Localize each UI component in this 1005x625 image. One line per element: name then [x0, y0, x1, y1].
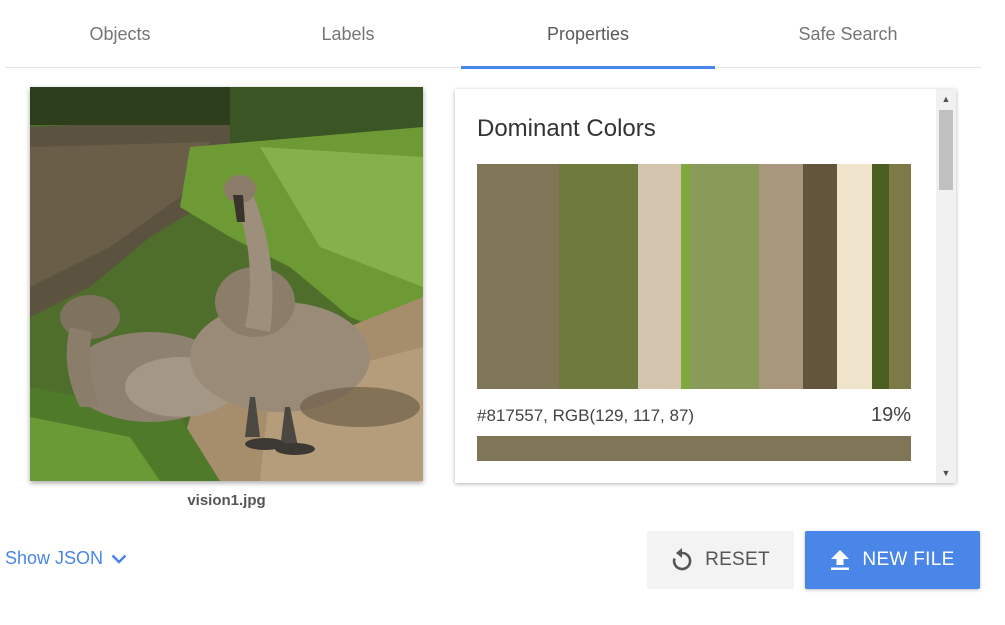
image-filename: vision1.jpg — [187, 492, 266, 509]
properties-card: Dominant Colors #817557, RGB(129, 117, 8… — [455, 89, 956, 483]
color-swatch[interactable] — [689, 164, 760, 389]
selected-color-info: #817557, RGB(129, 117, 87) 19% — [477, 404, 911, 427]
tab-objects[interactable]: Objects — [5, 0, 235, 68]
upload-icon — [831, 550, 850, 570]
show-json-label: Show JSON — [5, 548, 104, 568]
color-swatch[interactable] — [477, 164, 560, 389]
dominant-colors-strip — [477, 164, 912, 389]
show-json-toggle[interactable]: Show JSON — [5, 548, 127, 569]
reset-label: RESET — [705, 549, 770, 570]
selected-color-bar — [477, 436, 911, 461]
chevron-down-icon — [111, 554, 127, 564]
card-title: Dominant Colors — [477, 115, 656, 142]
color-swatch[interactable] — [559, 164, 638, 389]
color-swatch[interactable] — [637, 164, 681, 389]
card-scrollbar[interactable]: ▲ ▼ — [936, 89, 956, 483]
tab-bar: Objects Labels Properties Safe Search — [5, 0, 981, 69]
reset-button[interactable]: RESET — [647, 531, 794, 589]
tab-labels[interactable]: Labels — [235, 0, 461, 68]
tab-safe-search[interactable]: Safe Search — [715, 0, 981, 68]
color-swatch[interactable] — [837, 164, 872, 389]
selected-color-code: #817557, RGB(129, 117, 87) — [477, 406, 695, 425]
scroll-down-arrow-icon[interactable]: ▼ — [936, 463, 956, 483]
tab-properties[interactable]: Properties — [461, 0, 715, 69]
color-swatch[interactable] — [759, 164, 803, 389]
color-swatch[interactable] — [889, 164, 912, 389]
new-file-label: NEW FILE — [862, 549, 955, 570]
scroll-up-arrow-icon[interactable]: ▲ — [936, 89, 956, 109]
selected-color-percent: 19% — [870, 404, 911, 426]
new-file-button[interactable]: NEW FILE — [805, 531, 980, 589]
swan-photo — [30, 87, 423, 481]
uploaded-image — [30, 87, 423, 481]
color-swatch[interactable] — [680, 164, 690, 389]
color-swatch[interactable] — [871, 164, 890, 389]
scroll-thumb[interactable] — [939, 110, 953, 190]
reset-icon — [672, 548, 692, 571]
color-swatch[interactable] — [802, 164, 838, 389]
